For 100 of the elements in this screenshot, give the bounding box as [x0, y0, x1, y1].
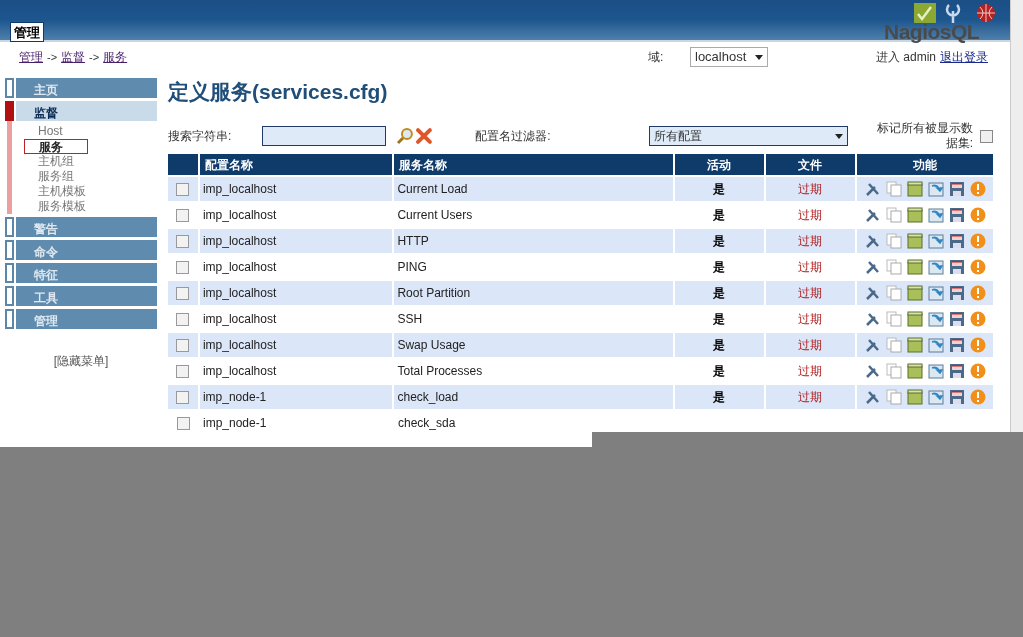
tools-icon[interactable]	[865, 207, 882, 223]
import-icon[interactable]	[928, 337, 945, 353]
box-icon[interactable]	[907, 311, 924, 327]
search-label: 搜索字符串:	[168, 128, 233, 145]
tools-icon[interactable]	[865, 311, 882, 327]
submenu-item[interactable]: Host	[24, 124, 88, 139]
mark-all-label: 标记所有被显示数据集:	[876, 121, 974, 151]
import-icon[interactable]	[928, 233, 945, 249]
menu-item[interactable]: 命令	[16, 240, 157, 260]
row-checkbox[interactable]	[176, 312, 190, 326]
box-icon[interactable]	[907, 233, 924, 249]
row-checkbox[interactable]	[176, 260, 190, 274]
import-icon[interactable]	[928, 207, 945, 223]
warning-icon[interactable]	[970, 233, 987, 249]
menu-marker	[5, 263, 14, 283]
table-cell: imp_localhost	[199, 177, 393, 201]
submenu-item[interactable]: 主机组	[24, 154, 88, 169]
tools-icon[interactable]	[865, 233, 882, 249]
menu-item[interactable]: 监督	[16, 101, 157, 121]
table-cell: HTTP	[394, 229, 673, 253]
row-checkbox[interactable]	[176, 338, 190, 352]
box-icon[interactable]	[907, 285, 924, 301]
row-checkbox[interactable]	[176, 208, 190, 222]
filter-select[interactable]: 所有配置	[649, 126, 848, 146]
clear-icon[interactable]	[415, 127, 434, 145]
menu-item[interactable]: 工具	[16, 286, 157, 306]
tools-icon[interactable]	[865, 389, 882, 405]
save-icon[interactable]	[949, 363, 966, 379]
breadcrumb-link[interactable]: 服务	[103, 48, 128, 66]
menu-item[interactable]: 管理	[16, 309, 157, 329]
submenu-item[interactable]: 主机模板	[24, 184, 88, 199]
box-icon[interactable]	[907, 259, 924, 275]
submenu-item[interactable]: 服务模板	[24, 199, 88, 214]
warning-icon[interactable]	[970, 389, 987, 405]
tools-icon[interactable]	[865, 259, 882, 275]
row-checkbox[interactable]	[176, 416, 190, 430]
warning-icon[interactable]	[970, 259, 987, 275]
save-icon[interactable]	[949, 285, 966, 301]
breadcrumb-separator: ->	[89, 49, 100, 65]
hide-menu-link[interactable]: [隐藏菜单]	[53, 352, 109, 370]
box-icon[interactable]	[907, 181, 924, 197]
box-icon[interactable]	[907, 389, 924, 405]
table-cell: Swap Usage	[394, 333, 673, 357]
breadcrumb-separator: ->	[47, 49, 58, 65]
box-icon[interactable]	[907, 337, 924, 353]
logout-link[interactable]: 退出登录	[940, 48, 988, 66]
tools-icon[interactable]	[865, 337, 882, 353]
column-header: 活动	[674, 154, 764, 175]
save-icon[interactable]	[949, 389, 966, 405]
table-cell: 是	[674, 177, 764, 201]
import-icon[interactable]	[928, 181, 945, 197]
import-icon[interactable]	[928, 389, 945, 405]
save-icon[interactable]	[949, 233, 966, 249]
warning-icon[interactable]	[970, 311, 987, 327]
page-title: 定义服务(services.cfg)	[168, 79, 389, 105]
row-checkbox[interactable]	[176, 364, 190, 378]
box-icon[interactable]	[907, 207, 924, 223]
save-icon[interactable]	[949, 337, 966, 353]
save-icon[interactable]	[949, 181, 966, 197]
table-cell: 过期	[765, 385, 856, 409]
table-cell: Current Load	[394, 177, 673, 201]
warning-icon[interactable]	[970, 207, 987, 223]
row-checkbox[interactable]	[176, 182, 190, 196]
save-icon[interactable]	[949, 311, 966, 327]
import-icon[interactable]	[928, 285, 945, 301]
warning-icon[interactable]	[970, 337, 987, 353]
search-field[interactable]	[262, 126, 386, 146]
import-icon[interactable]	[928, 259, 945, 275]
menu-marker	[5, 240, 14, 260]
breadcrumb-link[interactable]: 管理	[19, 48, 43, 66]
warning-icon[interactable]	[970, 285, 987, 301]
box-icon[interactable]	[907, 363, 924, 379]
tab[interactable]: 管理	[10, 22, 44, 42]
column-header: 配置名称	[199, 154, 393, 175]
search-icon[interactable]	[395, 127, 414, 145]
import-icon[interactable]	[928, 363, 945, 379]
tools-icon[interactable]	[865, 285, 882, 301]
warning-icon[interactable]	[970, 181, 987, 197]
tools-icon[interactable]	[865, 363, 882, 379]
submenu-item[interactable]: 服务	[24, 139, 88, 154]
header-cell	[168, 154, 198, 175]
caret-icon	[755, 54, 763, 60]
submenu-item[interactable]: 服务组	[24, 169, 88, 184]
breadcrumb-link[interactable]: 监督	[61, 48, 86, 66]
table-cell: 过期	[765, 177, 856, 201]
tools-icon[interactable]	[865, 181, 882, 197]
domain-select[interactable]: localhost	[690, 47, 768, 67]
warning-icon[interactable]	[970, 363, 987, 379]
menu-item[interactable]: 警告	[16, 217, 157, 237]
save-icon[interactable]	[949, 207, 966, 223]
save-icon[interactable]	[949, 259, 966, 275]
row-checkbox[interactable]	[176, 234, 190, 248]
menu-item[interactable]: 特征	[16, 263, 157, 283]
row-checkbox[interactable]	[176, 390, 190, 404]
menu-item[interactable]: 主页	[16, 78, 157, 98]
menu-marker	[5, 78, 14, 98]
import-icon[interactable]	[928, 311, 945, 327]
row-checkbox[interactable]	[176, 286, 190, 300]
scrollbar[interactable]	[1010, 0, 1023, 432]
mark-all-checkbox[interactable]	[980, 129, 993, 143]
